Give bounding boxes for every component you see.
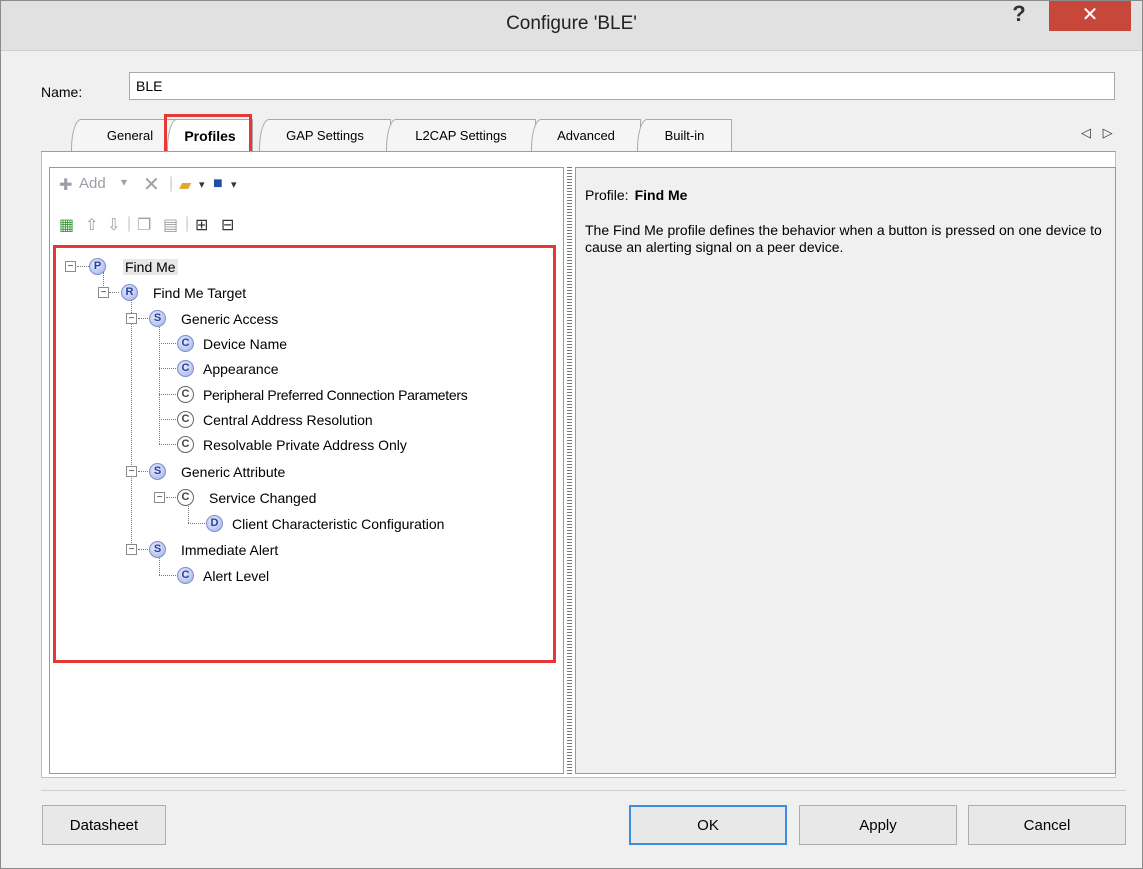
- close-button[interactable]: ✕: [1049, 1, 1131, 31]
- move-down-icon[interactable]: ⇩: [107, 215, 120, 235]
- profile-description: The Find Me profile defines the behavior…: [585, 222, 1102, 255]
- copy-icon[interactable]: ❐: [137, 215, 151, 235]
- dialog-title: Configure 'BLE': [506, 13, 637, 34]
- tab-l2cap-settings[interactable]: L2CAP Settings: [386, 119, 536, 151]
- profile-caption: Profile: Find Me: [585, 187, 687, 203]
- add-button-label[interactable]: Add: [79, 175, 106, 192]
- sort-icon[interactable]: ▦: [59, 215, 74, 235]
- bottom-separator: [41, 790, 1126, 791]
- add-icon[interactable]: ✚: [59, 175, 72, 195]
- tab-scroll-arrows[interactable]: ◁ ▷: [1081, 125, 1117, 141]
- tab-label: Advanced: [557, 128, 615, 143]
- pane-splitter[interactable]: [567, 167, 572, 774]
- toolbar-separator: |: [127, 215, 132, 232]
- name-input[interactable]: [129, 72, 1115, 100]
- save-dropdown-icon[interactable]: ▾: [231, 178, 237, 191]
- tab-built-in[interactable]: Built-in: [637, 119, 732, 151]
- open-folder-icon[interactable]: ▰: [179, 175, 191, 195]
- details-pane: [575, 167, 1116, 774]
- profiles-tab-highlight: [164, 114, 252, 156]
- toolbar-separator: |: [185, 215, 190, 232]
- tab-gap-settings[interactable]: GAP Settings: [259, 119, 391, 151]
- expand-all-icon[interactable]: ⊞: [195, 215, 208, 235]
- tab-label: L2CAP Settings: [415, 128, 507, 143]
- collapse-all-icon[interactable]: ⊟: [221, 215, 234, 235]
- cancel-button[interactable]: Cancel: [968, 805, 1126, 845]
- title-bar: Configure 'BLE' ? ✕: [1, 1, 1142, 51]
- tab-label: GAP Settings: [286, 128, 364, 143]
- add-dropdown-icon[interactable]: ▾: [121, 175, 127, 189]
- configure-dialog: Configure 'BLE' ? ✕ Name: General Profil…: [0, 0, 1143, 869]
- apply-button[interactable]: Apply: [799, 805, 957, 845]
- help-button[interactable]: ?: [1001, 1, 1037, 31]
- name-label: Name:: [41, 84, 83, 100]
- profile-caption-label: Profile:: [585, 187, 629, 203]
- move-up-icon[interactable]: ⇧: [85, 215, 98, 235]
- save-icon[interactable]: ■: [213, 175, 223, 193]
- tab-label: General: [106, 128, 154, 143]
- datasheet-button[interactable]: Datasheet: [42, 805, 166, 845]
- paste-icon[interactable]: ▤: [163, 215, 178, 235]
- toolbar-separator: |: [169, 175, 174, 192]
- open-dropdown-icon[interactable]: ▾: [199, 178, 205, 191]
- tab-advanced[interactable]: Advanced: [531, 119, 641, 151]
- delete-icon[interactable]: ✕: [143, 172, 160, 197]
- profile-name: Find Me: [634, 187, 688, 203]
- close-icon: ✕: [1081, 4, 1099, 26]
- tab-label: Built-in: [664, 128, 705, 143]
- tree-highlight-box: [53, 245, 556, 663]
- ok-button[interactable]: OK: [629, 805, 787, 845]
